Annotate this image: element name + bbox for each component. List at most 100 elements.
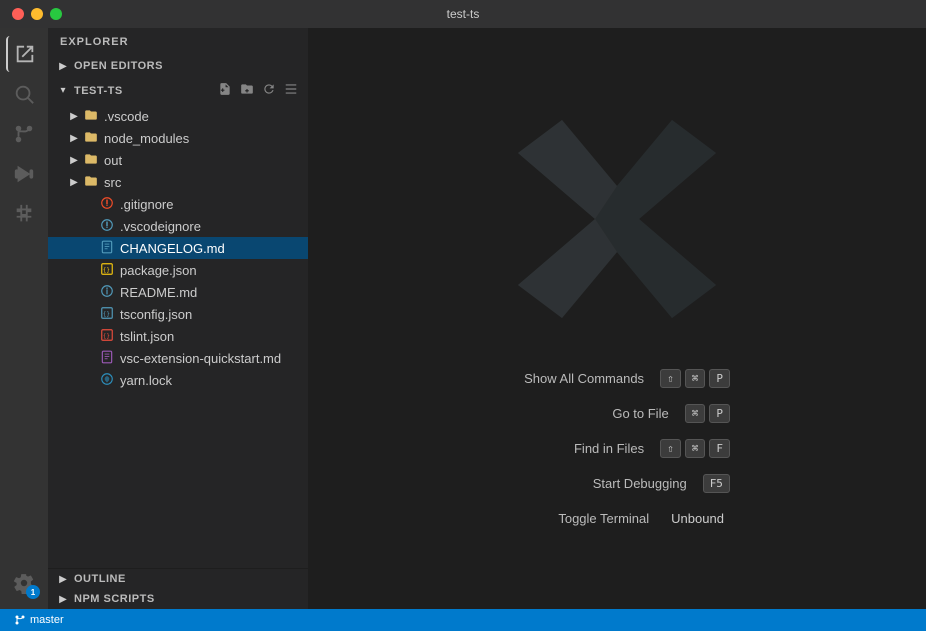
vscode-folder-icon bbox=[82, 108, 100, 125]
npm-scripts-chevron: ▶ bbox=[56, 594, 70, 605]
find-in-files-keys: ⇧ ⌘ F bbox=[660, 439, 730, 458]
tree-item-package-json[interactable]: {} package.json bbox=[48, 259, 308, 281]
changelog-icon bbox=[98, 240, 116, 257]
find-in-files-label: Find in Files bbox=[504, 441, 644, 456]
key-cmd2: ⌘ bbox=[685, 404, 706, 423]
open-editors-chevron: ▶ bbox=[56, 61, 70, 72]
activity-bar-bottom: 1 bbox=[6, 565, 42, 609]
toggle-terminal-label: Toggle Terminal bbox=[509, 511, 649, 526]
minimize-button[interactable] bbox=[31, 8, 43, 20]
tree-item-tslint[interactable]: {} tslint.json bbox=[48, 325, 308, 347]
go-to-file-keys: ⌘ P bbox=[685, 404, 730, 423]
vscode-chevron: ▶ bbox=[66, 111, 82, 122]
node-modules-chevron: ▶ bbox=[66, 133, 82, 144]
go-to-file-label: Go to File bbox=[529, 406, 669, 421]
refresh-button[interactable] bbox=[260, 80, 278, 101]
tsconfig-icon: {} bbox=[98, 306, 116, 323]
activity-bar: 1 bbox=[0, 28, 48, 609]
tree-item-src[interactable]: ▶ src bbox=[48, 171, 308, 193]
vsc-quickstart-label: vsc-extension-quickstart.md bbox=[120, 351, 281, 366]
out-chevron: ▶ bbox=[66, 155, 82, 166]
svg-text:{}: {} bbox=[103, 311, 110, 317]
maximize-button[interactable] bbox=[50, 8, 62, 20]
new-folder-button[interactable] bbox=[238, 80, 256, 101]
npm-scripts-section[interactable]: ▶ NPM Scripts bbox=[48, 589, 308, 609]
vsc-quickstart-icon bbox=[98, 350, 116, 367]
tree-item-vscode[interactable]: ▶ .vscode bbox=[48, 105, 308, 127]
tree-item-tsconfig[interactable]: {} tsconfig.json bbox=[48, 303, 308, 325]
close-button[interactable] bbox=[12, 8, 24, 20]
status-branch[interactable]: master bbox=[8, 614, 70, 626]
tree-item-vscodeignore[interactable]: .vscodeignore bbox=[48, 215, 308, 237]
key-cmd3: ⌘ bbox=[685, 439, 706, 458]
debug-activity-icon[interactable] bbox=[6, 156, 42, 192]
key-p2: P bbox=[709, 404, 730, 423]
out-label: out bbox=[104, 153, 122, 168]
open-editors-section[interactable]: ▶ Open Editors bbox=[48, 56, 308, 76]
start-debugging-keys: F5 bbox=[703, 474, 730, 493]
tree-item-readme[interactable]: README.md bbox=[48, 281, 308, 303]
svg-text:{}: {} bbox=[103, 267, 110, 273]
vscode-logo bbox=[507, 109, 727, 329]
tslint-label: tslint.json bbox=[120, 329, 174, 344]
tree-item-out[interactable]: ▶ out bbox=[48, 149, 308, 171]
key-cmd: ⌘ bbox=[685, 369, 706, 388]
key-shift: ⇧ bbox=[660, 369, 681, 388]
src-folder-icon bbox=[82, 174, 100, 191]
shortcut-find-in-files: Find in Files ⇧ ⌘ F bbox=[504, 439, 730, 458]
readme-label: README.md bbox=[120, 285, 197, 300]
explorer-activity-icon[interactable] bbox=[6, 36, 42, 72]
vscodeignore-label: .vscodeignore bbox=[120, 219, 201, 234]
sidebar-bottom: ▶ Outline ▶ NPM Scripts bbox=[48, 568, 308, 609]
source-control-activity-icon[interactable] bbox=[6, 116, 42, 152]
src-chevron: ▶ bbox=[66, 177, 82, 188]
test-ts-section[interactable]: ▾ TEST-TS bbox=[48, 76, 308, 105]
outline-label: Outline bbox=[74, 573, 126, 585]
src-label: src bbox=[104, 175, 121, 190]
key-unbound: Unbound bbox=[665, 509, 730, 528]
shortcut-show-all-commands: Show All Commands ⇧ ⌘ P bbox=[504, 369, 730, 388]
tree-item-gitignore[interactable]: .gitignore bbox=[48, 193, 308, 215]
out-folder-icon bbox=[82, 152, 100, 169]
vscodeignore-icon bbox=[98, 218, 116, 235]
window-title: test-ts bbox=[447, 7, 480, 21]
toggle-terminal-keys: Unbound bbox=[665, 509, 730, 528]
tree-item-yarn-lock[interactable]: yarn.lock bbox=[48, 369, 308, 391]
tsconfig-label: tsconfig.json bbox=[120, 307, 192, 322]
shortcut-toggle-terminal: Toggle Terminal Unbound bbox=[509, 509, 730, 528]
outline-chevron: ▶ bbox=[56, 574, 70, 585]
key-f5: F5 bbox=[703, 474, 730, 493]
settings-badge: 1 bbox=[26, 585, 40, 599]
key-p: P bbox=[709, 369, 730, 388]
tslint-icon: {} bbox=[98, 328, 116, 345]
branch-name: master bbox=[30, 614, 64, 626]
show-all-commands-keys: ⇧ ⌘ P bbox=[660, 369, 730, 388]
svg-text:{}: {} bbox=[103, 333, 110, 339]
tree-item-node-modules[interactable]: ▶ node_modules bbox=[48, 127, 308, 149]
test-ts-chevron: ▾ bbox=[56, 85, 70, 96]
test-ts-actions bbox=[216, 80, 300, 101]
gitignore-icon bbox=[98, 196, 116, 213]
tree-item-changelog[interactable]: CHANGELOG.md bbox=[48, 237, 308, 259]
outline-section[interactable]: ▶ Outline bbox=[48, 569, 308, 589]
shortcut-start-debugging: Start Debugging F5 bbox=[547, 474, 730, 493]
show-all-commands-label: Show All Commands bbox=[504, 371, 644, 386]
main-content: Show All Commands ⇧ ⌘ P Go to File ⌘ P F… bbox=[308, 28, 926, 609]
tree-item-vsc-quickstart[interactable]: vsc-extension-quickstart.md bbox=[48, 347, 308, 369]
new-file-button[interactable] bbox=[216, 80, 234, 101]
settings-activity-icon[interactable]: 1 bbox=[6, 565, 42, 601]
package-json-icon: {} bbox=[98, 262, 116, 279]
main-container: 1 Explorer ▶ Open Editors ▾ TEST-TS bbox=[0, 28, 926, 609]
extensions-activity-icon[interactable] bbox=[6, 196, 42, 232]
collapse-all-button[interactable] bbox=[282, 80, 300, 101]
yarn-lock-label: yarn.lock bbox=[120, 373, 172, 388]
title-bar: test-ts bbox=[0, 0, 926, 28]
node-modules-folder-icon bbox=[82, 130, 100, 147]
shortcuts-container: Show All Commands ⇧ ⌘ P Go to File ⌘ P F… bbox=[504, 369, 730, 528]
vscode-label: .vscode bbox=[104, 109, 149, 124]
search-activity-icon[interactable] bbox=[6, 76, 42, 112]
status-bar: master bbox=[0, 609, 926, 631]
start-debugging-label: Start Debugging bbox=[547, 476, 687, 491]
file-tree: ▶ .vscode ▶ node_modules ▶ out bbox=[48, 105, 308, 568]
sidebar: Explorer ▶ Open Editors ▾ TEST-TS bbox=[48, 28, 308, 609]
